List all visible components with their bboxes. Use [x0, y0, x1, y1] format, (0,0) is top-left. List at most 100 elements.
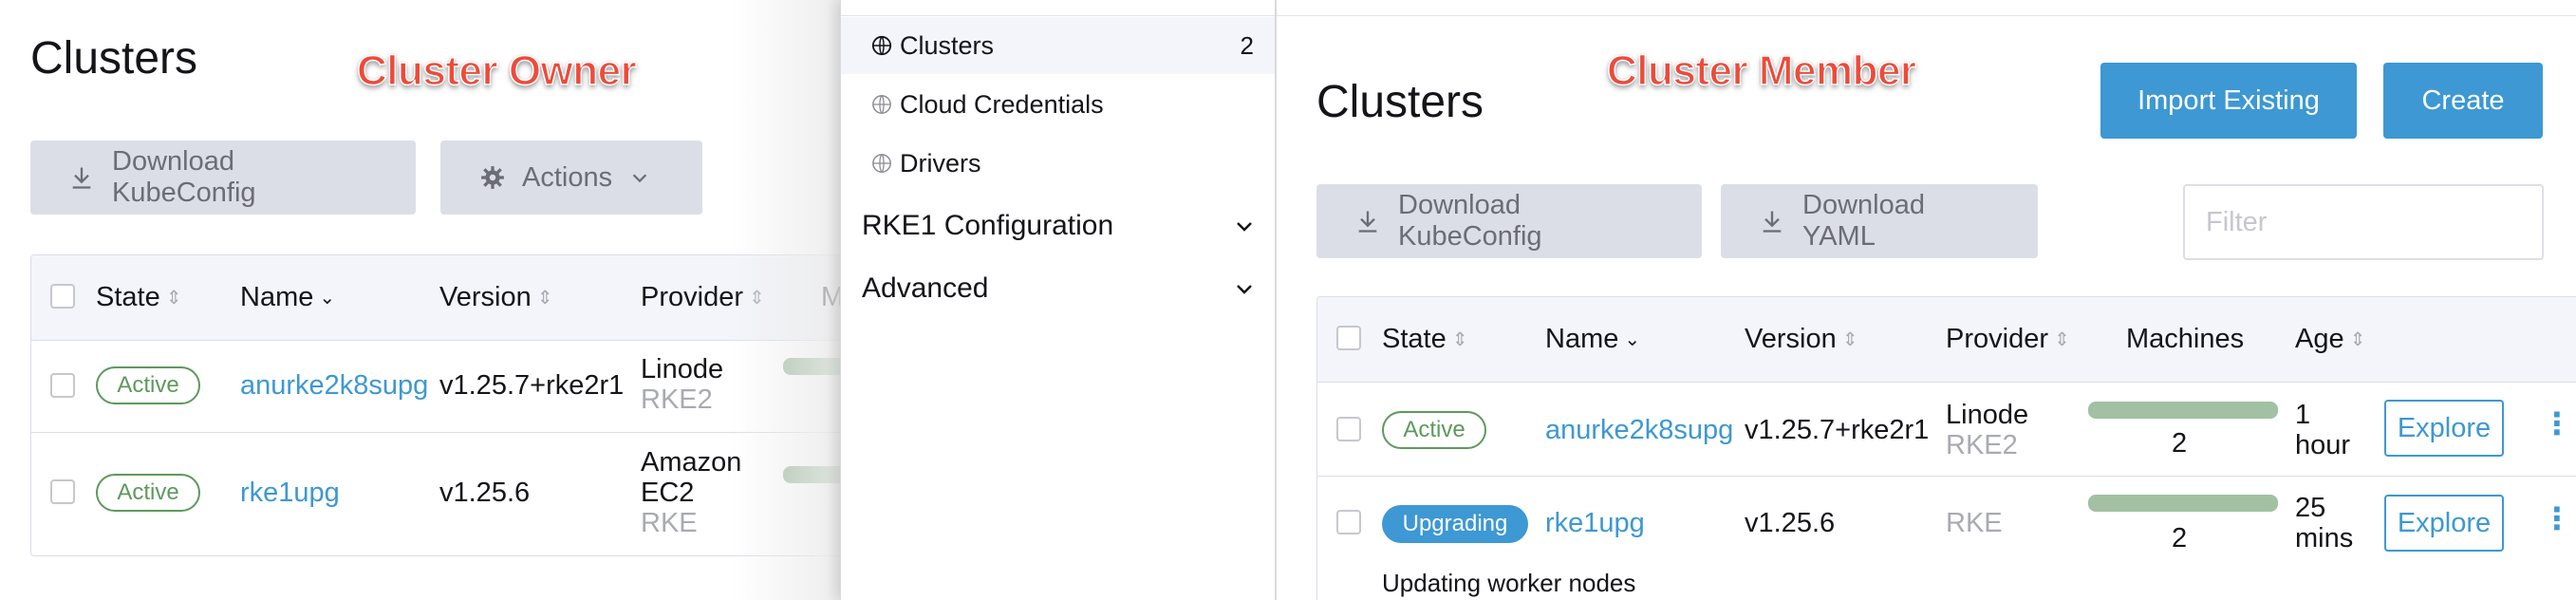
status-badge: Active	[1382, 411, 1486, 449]
column-version-label: Version	[439, 282, 532, 312]
download-kubeconfig-label: Download KubeConfig	[1398, 190, 1542, 252]
download-kubeconfig-label: Download KubeConfig	[112, 146, 256, 208]
cluster-age: 1	[2295, 400, 2311, 430]
nav-group-advanced[interactable]: Advanced	[862, 268, 1256, 309]
column-provider[interactable]: Provider ⇕	[1946, 324, 2070, 355]
sort-icon: ⇕	[2349, 329, 2366, 350]
column-version[interactable]: Version ⇕	[1745, 324, 1858, 355]
cluster-provider-sub: RKE2	[641, 384, 713, 415]
sort-icon: ⇕	[165, 288, 182, 309]
cluster-name-link[interactable]: anurke2k8supg	[1545, 415, 1733, 445]
nav-item-label: Drivers	[900, 148, 981, 178]
column-age[interactable]: Age ⇕	[2295, 324, 2365, 355]
download-icon	[72, 167, 91, 189]
page-title: Clusters	[30, 33, 198, 84]
member-panel: Clusters Cluster Member Import Existing …	[1277, 0, 2576, 600]
sort-icon: ⇕	[2054, 329, 2070, 350]
column-name[interactable]: Name ⌄	[1545, 324, 1640, 355]
download-kubeconfig-button[interactable]: Download KubeConfig	[30, 141, 416, 215]
globe-icon	[872, 154, 891, 173]
explore-button[interactable]: Explore	[2384, 400, 2504, 457]
nav-item-label: Clusters	[900, 30, 995, 60]
nav-item-clusters[interactable]: Clusters 2	[841, 17, 1275, 74]
download-icon	[1763, 211, 1782, 233]
import-existing-button[interactable]: Import Existing	[2100, 63, 2357, 139]
cluster-member-callout: Cluster Member	[1606, 47, 1917, 95]
cluster-provider: Linode	[641, 354, 724, 384]
explore-button[interactable]: Explore	[2384, 495, 2504, 552]
column-provider-label: Provider	[1946, 324, 2048, 354]
machine-count: 2	[2172, 428, 2188, 459]
select-all-checkbox[interactable]	[1336, 326, 1361, 350]
column-state[interactable]: State ⇕	[1382, 324, 1467, 355]
nav-group-label: RKE1 Configuration	[862, 210, 1114, 241]
cluster-provider-sub: RKE	[641, 508, 698, 538]
cluster-provider-sub: RKE2	[1946, 430, 2018, 460]
column-state-label: State	[1382, 324, 1447, 354]
cluster-provider: Linode	[1946, 400, 2029, 430]
divider	[1277, 15, 2576, 16]
column-version-label: Version	[1745, 324, 1837, 354]
select-all-checkbox[interactable]	[50, 284, 75, 309]
sort-desc-icon: ⌄	[319, 288, 336, 309]
download-yaml-label: Download YAML	[1802, 190, 1925, 252]
column-age-label: Age	[2295, 324, 2344, 354]
more-actions-icon[interactable]: ⋮	[2542, 500, 2572, 536]
cluster-provider-sub: RKE	[1946, 508, 2003, 538]
panel-fade	[731, 0, 845, 600]
more-actions-icon[interactable]: ⋮	[2542, 405, 2572, 441]
chevron-down-icon	[1237, 222, 1252, 232]
status-badge: Upgrading	[1382, 505, 1528, 543]
nav-item-label: Cloud Credentials	[900, 89, 1104, 119]
cluster-age-unit: hour	[2295, 430, 2351, 460]
chevron-down-icon	[632, 174, 647, 183]
cluster-version: v1.25.7+rke2r1	[1745, 415, 1930, 445]
cluster-age: 25	[2295, 493, 2326, 523]
nav-item-drivers[interactable]: Drivers	[841, 135, 1275, 192]
row-checkbox[interactable]	[1336, 417, 1361, 441]
status-detail: Updating worker nodes	[1382, 569, 1636, 597]
filter-input[interactable]: Filter	[2183, 184, 2544, 260]
column-version[interactable]: Version ⇕	[439, 282, 553, 313]
cluster-version: v1.25.7+rke2r1	[439, 370, 625, 401]
machine-bar	[2088, 495, 2278, 512]
table-header: State ⇕ Name ⌄ Version ⇕ Provider ⇕ Machines…	[1317, 297, 2576, 383]
column-state-label: State	[96, 282, 160, 312]
nav-group-rke1-configuration[interactable]: RKE1 Configuration	[862, 205, 1256, 247]
download-yaml-button[interactable]: Download YAML	[1721, 184, 2038, 258]
cluster-version: v1.25.6	[439, 478, 531, 508]
column-machines: Machines	[2126, 324, 2244, 355]
sort-icon: ⇕	[1451, 329, 1468, 350]
sort-desc-icon: ⌄	[1624, 329, 1641, 350]
status-badge: Active	[96, 366, 200, 404]
nav-item-count: 2	[1240, 30, 1254, 60]
actions-label: Actions	[522, 161, 613, 193]
machine-count: 2	[2172, 523, 2188, 553]
cluster-provider: Amazon	[641, 447, 742, 478]
status-badge: Active	[96, 474, 200, 512]
cluster-age-unit: mins	[2295, 523, 2354, 553]
cluster-name-link[interactable]: rke1upg	[240, 478, 340, 508]
column-name-label: Name	[1545, 324, 1619, 354]
column-machines-label: Machines	[2126, 324, 2245, 354]
machine-bar	[2088, 402, 2278, 419]
column-name[interactable]: Name ⌄	[240, 282, 335, 313]
side-nav: Clusters 2 Cloud Credentials Drivers RKE…	[840, 0, 1277, 600]
cluster-name-link[interactable]: rke1upg	[1545, 508, 1645, 538]
sort-icon: ⇕	[536, 288, 553, 309]
row-checkbox[interactable]	[50, 479, 75, 504]
nav-group-label: Advanced	[862, 272, 989, 304]
cluster-version: v1.25.6	[1745, 508, 1836, 538]
cluster-name-link[interactable]: anurke2k8supg	[240, 370, 428, 401]
row-checkbox[interactable]	[1336, 510, 1361, 534]
download-kubeconfig-button[interactable]: Download KubeConfig	[1316, 184, 1702, 258]
owner-panel: Clusters Cluster Owner Download KubeConf…	[0, 0, 854, 600]
nav-item-cloud-credentials[interactable]: Cloud Credentials	[841, 76, 1275, 133]
column-state[interactable]: State ⇕	[96, 282, 181, 313]
create-button[interactable]: Create	[2383, 63, 2543, 139]
globe-icon	[872, 95, 891, 114]
row-checkbox[interactable]	[50, 373, 75, 398]
divider	[841, 15, 1275, 16]
actions-button[interactable]: Actions	[440, 141, 702, 215]
sort-icon: ⇕	[1841, 329, 1858, 350]
